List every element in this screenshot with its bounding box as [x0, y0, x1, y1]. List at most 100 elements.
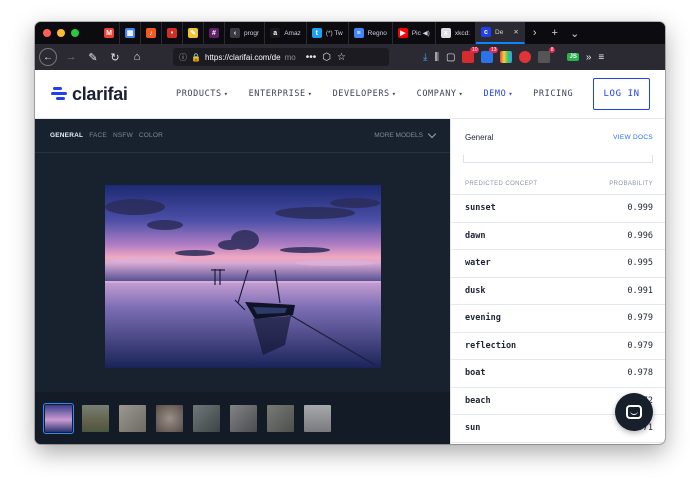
- menu-item-label: DEMO: [483, 89, 507, 99]
- concept-name: sun: [465, 423, 481, 434]
- concept-probability: 0.995: [627, 258, 653, 269]
- tools-icon[interactable]: ✎: [85, 51, 101, 64]
- browser-window: M ▦ ♪ • ✎ # ‹ progr a Amaz t (*) Tw ≡ Regno ▶ Pic ◀) x xk…: [35, 22, 665, 444]
- browser-tab[interactable]: ▦: [120, 22, 141, 44]
- close-tab-icon[interactable]: ✕: [513, 28, 518, 36]
- menu-item-demo[interactable]: DEMO ▾: [483, 89, 513, 99]
- sample-image-thumbnail[interactable]: [156, 404, 183, 432]
- browser-tab[interactable]: ♪: [141, 22, 162, 44]
- menu-item-company[interactable]: COMPANY ▾: [417, 89, 464, 99]
- results-column-headers: PREDICTED CONCEPT PROBABILITY: [451, 181, 665, 195]
- model-title: General: [465, 132, 494, 142]
- back-tab-icon: ‹: [230, 28, 240, 38]
- extension-icon[interactable]: 8: [538, 47, 556, 63]
- menu-item-developers[interactable]: DEVELOPERS ▾: [333, 89, 397, 99]
- model-tab-color[interactable]: COLOR: [139, 132, 163, 139]
- more-models-dropdown[interactable]: MORE MODELS: [374, 129, 437, 139]
- extension-icon[interactable]: 10: [462, 47, 480, 63]
- image-url-input[interactable]: [463, 155, 653, 163]
- menu-item-pricing[interactable]: PRICING: [533, 89, 573, 99]
- browser-tab[interactable]: •: [162, 22, 183, 44]
- sunset-boat-photo: [105, 185, 381, 368]
- sample-image-thumbnail[interactable]: [304, 404, 331, 432]
- forward-button[interactable]: →: [63, 51, 79, 63]
- concept-probability: 0.979: [627, 340, 653, 351]
- clarifai-logo-icon: [51, 87, 67, 101]
- sample-image-thumbnail[interactable]: [82, 404, 109, 432]
- browser-tab[interactable]: x xkcd:: [436, 22, 476, 44]
- browser-tab-label: De: [495, 28, 504, 36]
- sample-image-thumbnail[interactable]: [230, 404, 257, 432]
- prediction-row: dawn 0.996: [451, 223, 665, 250]
- bookmark-star-icon[interactable]: ☆: [337, 52, 346, 63]
- url-bar[interactable]: ⓘ 🔒 https://clarifai.com/de mo ••• ⬡ ☆: [173, 48, 389, 66]
- browser-tab[interactable]: ‹ progr: [225, 22, 266, 44]
- browser-tab[interactable]: a Amaz: [265, 22, 307, 44]
- browser-tab-label: Pic ◀): [411, 30, 430, 37]
- sample-image-thumbnail[interactable]: [193, 404, 220, 432]
- concept-name: sunset: [465, 203, 496, 214]
- hamburger-menu-icon[interactable]: ≡: [598, 52, 604, 63]
- chat-launcher-button[interactable]: [615, 393, 653, 431]
- lastpass-icon: •: [167, 28, 177, 38]
- prediction-row: dusk 0.991: [451, 278, 665, 305]
- sample-image-thumbnail[interactable]: [119, 404, 146, 432]
- extension-icon[interactable]: 13: [481, 47, 499, 63]
- chat-icon: [626, 405, 642, 419]
- page-actions-icon[interactable]: •••: [306, 52, 317, 63]
- site-header: clarifai PRODUCTS ▾ ENTERPRISE ▾ DEVELOPERS ▾…: [35, 70, 665, 119]
- overflow-menu-icon[interactable]: »: [586, 52, 592, 63]
- sample-image-thumbnail[interactable]: [267, 404, 294, 432]
- concept-name: beach: [465, 395, 491, 406]
- extension-icon[interactable]: [519, 51, 532, 63]
- tab-overflow-icon[interactable]: ›: [525, 27, 545, 39]
- menu-item-label: ENTERPRISE: [248, 89, 306, 99]
- url-actions: ••• ⬡ ☆: [306, 52, 346, 63]
- model-tab-nsfw[interactable]: NSFW: [113, 132, 133, 139]
- back-button[interactable]: ←: [39, 48, 57, 66]
- view-docs-link[interactable]: VIEW DOCS: [613, 134, 653, 141]
- pocket-icon[interactable]: ⬡: [322, 52, 331, 63]
- menu-item-enterprise[interactable]: ENTERPRISE ▾: [249, 89, 313, 99]
- menu-item-products[interactable]: PRODUCTS ▾: [176, 89, 229, 99]
- concept-name: reflection: [465, 340, 517, 351]
- gmail-icon: M: [104, 28, 114, 38]
- zoom-window-button[interactable]: [71, 29, 79, 37]
- tab-list-button[interactable]: ⌄: [565, 27, 585, 40]
- browser-tab[interactable]: c De ✕: [476, 22, 525, 44]
- menu-item-label: DEVELOPERS: [332, 89, 390, 99]
- reload-button[interactable]: ↻: [107, 51, 123, 64]
- js-extension-icon[interactable]: JS: [567, 53, 579, 61]
- new-tab-button[interactable]: +: [545, 27, 565, 39]
- model-tab-face[interactable]: FACE: [89, 132, 107, 139]
- more-models-label: MORE MODELS: [374, 132, 423, 139]
- menu-item-label: PRICING: [533, 89, 574, 99]
- close-window-button[interactable]: [43, 29, 51, 37]
- chevron-down-icon: [427, 129, 437, 139]
- minimize-window-button[interactable]: [57, 29, 65, 37]
- xkcd-icon: x: [440, 28, 451, 38]
- library-icon[interactable]: ⫼: [434, 52, 439, 63]
- browser-tab[interactable]: ✎: [183, 22, 204, 44]
- extension-icon[interactable]: [500, 51, 513, 63]
- caret-down-icon: ▾: [508, 90, 514, 98]
- info-icon[interactable]: ⓘ: [179, 52, 187, 63]
- browser-tab[interactable]: ▶ Pic ◀): [393, 22, 436, 44]
- browser-tab[interactable]: t (*) Tw: [307, 22, 349, 44]
- browser-tab[interactable]: ≡ Regno: [349, 22, 393, 44]
- download-icon[interactable]: ⤓: [423, 52, 427, 63]
- lock-icon: 🔒: [191, 52, 201, 62]
- login-button[interactable]: LOG IN: [593, 78, 650, 110]
- home-button[interactable]: ⌂: [129, 51, 145, 63]
- caret-down-icon: ▾: [458, 90, 464, 98]
- caret-down-icon: ▾: [223, 90, 229, 98]
- reader-view-icon[interactable]: ▢: [446, 52, 455, 63]
- browser-tab[interactable]: #: [204, 22, 225, 44]
- browser-tab[interactable]: M: [99, 22, 120, 44]
- model-tab-general[interactable]: GENERAL: [50, 132, 83, 139]
- results-header: General VIEW DOCS: [451, 119, 665, 155]
- sample-image-thumbnail[interactable]: [43, 402, 74, 434]
- concept-name: water: [465, 258, 491, 269]
- toolbar-extensions: ⤓ ⫼ ▢ 10 13 8 JS » ≡: [423, 47, 604, 63]
- clarifai-logo[interactable]: clarifai: [51, 84, 176, 105]
